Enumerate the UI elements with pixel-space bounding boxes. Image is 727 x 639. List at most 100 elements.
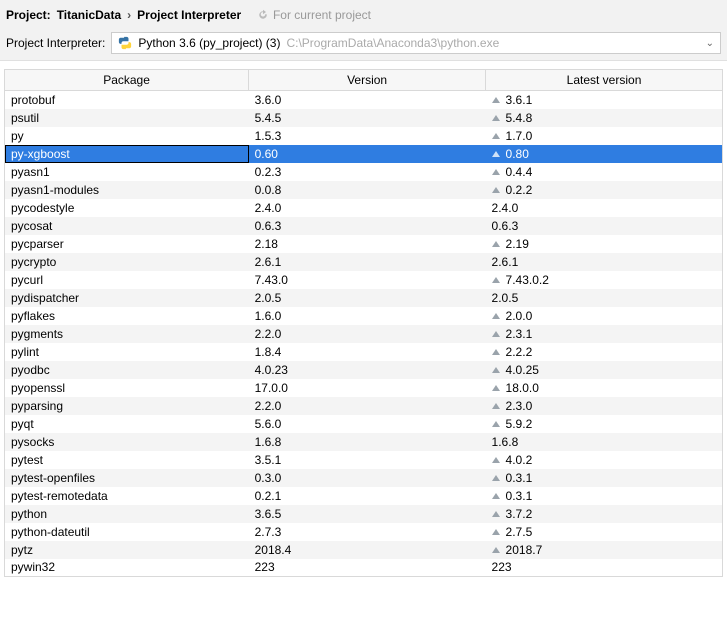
upgrade-available-icon: [492, 421, 500, 427]
cell-package: pytest-remotedata: [5, 487, 249, 505]
cell-package: pygments: [5, 325, 249, 343]
table-row[interactable]: pycparser2.182.19: [5, 235, 723, 253]
cell-version: 2.4.0: [249, 199, 486, 217]
cell-latest: 0.80: [486, 145, 723, 163]
upgrade-available-icon: [492, 511, 500, 517]
upgrade-available-icon: [492, 187, 500, 193]
table-row[interactable]: pyodbc4.0.234.0.25: [5, 361, 723, 379]
table-row[interactable]: pytest3.5.14.0.2: [5, 451, 723, 469]
cell-package: pytz: [5, 541, 249, 559]
cell-package: pytest: [5, 451, 249, 469]
latest-version-text: 2.0.5: [492, 291, 519, 305]
latest-version-text: 2.0.0: [506, 309, 533, 323]
cell-latest: 223: [486, 559, 723, 577]
table-row[interactable]: pycurl7.43.07.43.0.2: [5, 271, 723, 289]
cell-version: 2.18: [249, 235, 486, 253]
table-row[interactable]: pycodestyle2.4.02.4.0: [5, 199, 723, 217]
cell-version: 3.6.5: [249, 505, 486, 523]
table-row[interactable]: pytest-openfiles0.3.00.3.1: [5, 469, 723, 487]
table-header-row: Package Version Latest version: [5, 70, 723, 91]
table-row[interactable]: pyflakes1.6.02.0.0: [5, 307, 723, 325]
table-row[interactable]: py1.5.31.7.0: [5, 127, 723, 145]
table-row[interactable]: pytest-remotedata0.2.10.3.1: [5, 487, 723, 505]
cell-version: 1.6.8: [249, 433, 486, 451]
cell-package: python-dateutil: [5, 523, 249, 541]
cell-version: 3.5.1: [249, 451, 486, 469]
breadcrumb-section[interactable]: Project Interpreter: [137, 8, 241, 22]
upgrade-available-icon: [492, 151, 500, 157]
breadcrumb-project-name[interactable]: TitanicData: [57, 8, 121, 22]
cell-version: 2.0.5: [249, 289, 486, 307]
interpreter-selected-path: C:\ProgramData\Anaconda3\python.exe: [286, 36, 499, 50]
column-header-version[interactable]: Version: [249, 70, 486, 91]
upgrade-available-icon: [492, 457, 500, 463]
cell-latest: 7.43.0.2: [486, 271, 723, 289]
cell-package: pyqt: [5, 415, 249, 433]
table-row[interactable]: pytz2018.42018.7: [5, 541, 723, 559]
cell-package: pycparser: [5, 235, 249, 253]
cell-version: 1.5.3: [249, 127, 486, 145]
table-row[interactable]: python3.6.53.7.2: [5, 505, 723, 523]
cell-latest: 2.7.5: [486, 523, 723, 541]
table-row[interactable]: pyopenssl17.0.018.0.0: [5, 379, 723, 397]
table-row[interactable]: pysocks1.6.81.6.8: [5, 433, 723, 451]
table-row[interactable]: pycrypto2.6.12.6.1: [5, 253, 723, 271]
column-header-package[interactable]: Package: [5, 70, 249, 91]
chevron-right-icon: ›: [127, 8, 131, 22]
upgrade-available-icon: [492, 115, 500, 121]
latest-version-text: 3.6.1: [506, 93, 533, 107]
table-row[interactable]: pylint1.8.42.2.2: [5, 343, 723, 361]
interpreter-dropdown[interactable]: Python 3.6 (py_project) (3) C:\ProgramDa…: [111, 32, 721, 54]
cell-latest: 2.0.0: [486, 307, 723, 325]
table-row[interactable]: pyparsing2.2.02.3.0: [5, 397, 723, 415]
latest-version-text: 7.43.0.2: [506, 273, 549, 287]
cell-version: 2.2.0: [249, 397, 486, 415]
latest-version-text: 5.4.8: [506, 111, 533, 125]
upgrade-available-icon: [492, 547, 500, 553]
table-row[interactable]: py-xgboost0.600.80: [5, 145, 723, 163]
breadcrumb: Project: TitanicData › Project Interpret…: [6, 6, 721, 30]
latest-version-text: 2018.7: [506, 543, 543, 557]
cell-package: pyasn1: [5, 163, 249, 181]
table-row[interactable]: psutil5.4.55.4.8: [5, 109, 723, 127]
column-header-latest[interactable]: Latest version: [486, 70, 723, 91]
table-row[interactable]: pyasn10.2.30.4.4: [5, 163, 723, 181]
cell-latest: 2.0.5: [486, 289, 723, 307]
cell-package: pylint: [5, 343, 249, 361]
latest-version-text: 1.6.8: [492, 435, 519, 449]
cell-latest: 4.0.25: [486, 361, 723, 379]
python-icon: [118, 36, 132, 50]
latest-version-text: 2.3.0: [506, 399, 533, 413]
cell-latest: 0.3.1: [486, 487, 723, 505]
for-current-project-text: For current project: [273, 8, 371, 22]
upgrade-available-icon: [492, 385, 500, 391]
latest-version-text: 0.80: [506, 147, 529, 161]
upgrade-available-icon: [492, 97, 500, 103]
cell-latest: 18.0.0: [486, 379, 723, 397]
table-row[interactable]: python-dateutil2.7.32.7.5: [5, 523, 723, 541]
latest-version-text: 18.0.0: [506, 381, 539, 395]
table-row[interactable]: protobuf3.6.03.6.1: [5, 91, 723, 109]
latest-version-text: 2.2.2: [506, 345, 533, 359]
cell-version: 2.6.1: [249, 253, 486, 271]
table-row[interactable]: pyasn1-modules0.0.80.2.2: [5, 181, 723, 199]
cell-latest: 2.6.1: [486, 253, 723, 271]
latest-version-text: 0.6.3: [492, 219, 519, 233]
cell-package: pyopenssl: [5, 379, 249, 397]
cell-latest: 3.6.1: [486, 91, 723, 109]
cell-package: pywin32: [5, 559, 249, 577]
cell-package: pyflakes: [5, 307, 249, 325]
upgrade-available-icon: [492, 169, 500, 175]
reset-icon: [257, 9, 269, 21]
settings-header: Project: TitanicData › Project Interpret…: [0, 0, 727, 61]
table-row[interactable]: pygments2.2.02.3.1: [5, 325, 723, 343]
cell-package: python: [5, 505, 249, 523]
table-row[interactable]: pyqt5.6.05.9.2: [5, 415, 723, 433]
latest-version-text: 2.7.5: [506, 525, 533, 539]
cell-latest: 5.9.2: [486, 415, 723, 433]
table-row[interactable]: pycosat0.6.30.6.3: [5, 217, 723, 235]
table-row[interactable]: pywin32223223: [5, 559, 723, 577]
cell-package: pydispatcher: [5, 289, 249, 307]
table-row[interactable]: pydispatcher2.0.52.0.5: [5, 289, 723, 307]
for-current-project-label: For current project: [257, 8, 371, 22]
